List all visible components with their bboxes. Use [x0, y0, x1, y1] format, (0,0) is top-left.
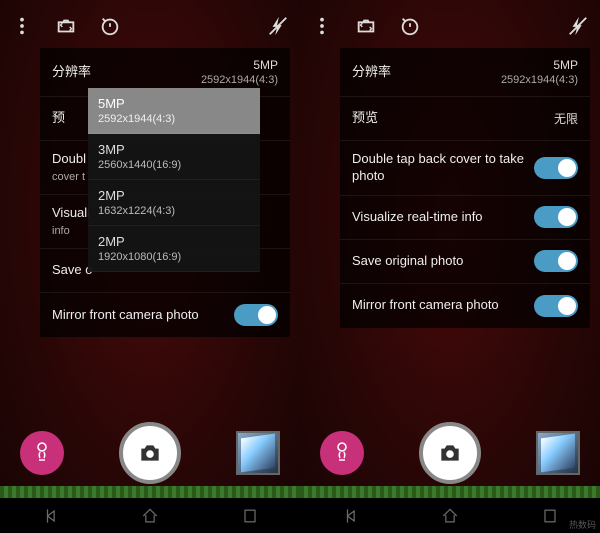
visualize-toggle[interactable] — [534, 206, 578, 228]
watermark: 热数码 — [569, 518, 596, 531]
double-tap-row[interactable]: Double tap back cover to take photo — [340, 141, 590, 196]
timer-icon[interactable] — [98, 14, 122, 38]
menu-icon[interactable] — [10, 14, 34, 38]
back-icon[interactable] — [340, 506, 360, 526]
screen-left: 分辨率 5MP2592x1944(4:3) 预 Doublcover t Vis… — [0, 0, 300, 533]
resolution-sub: 2592x1944(4:3) — [201, 74, 278, 86]
top-toolbar — [300, 10, 600, 42]
settings-panel: 分辨率 5MP 2592x1944(4:3) 预览 无限 Double tap b… — [340, 48, 590, 328]
bottom-toolbar — [0, 418, 300, 488]
dropdown-option[interactable]: 5MP2592x1944(4:3) — [88, 88, 260, 134]
resolution-dropdown: 5MP2592x1944(4:3) 3MP2560x1440(16:9) 2MP… — [88, 88, 260, 272]
nav-bar — [300, 498, 600, 533]
mirror-label: Mirror front camera photo — [352, 297, 499, 312]
double-tap-label: Double tap back cover to take photo — [352, 151, 524, 183]
resolution-label: 分辨率 — [352, 64, 391, 79]
back-icon[interactable] — [40, 506, 60, 526]
menu-icon[interactable] — [310, 14, 334, 38]
dropdown-option[interactable]: 2MP1920x1080(16:9) — [88, 226, 260, 272]
flash-icon[interactable] — [266, 14, 290, 38]
recent-icon[interactable] — [240, 506, 260, 526]
visualize-label: Visualize real-time info — [352, 209, 483, 224]
gallery-thumbnail[interactable] — [236, 431, 280, 475]
bottom-toolbar — [300, 418, 600, 488]
resolution-value: 5MP — [201, 58, 278, 72]
shutter-button[interactable] — [419, 422, 481, 484]
switch-camera-icon[interactable] — [354, 14, 378, 38]
mirror-row[interactable]: Mirror front camera photo — [340, 284, 590, 328]
nav-bar — [0, 498, 300, 533]
save-label: Save o — [52, 262, 92, 277]
double-tap-toggle[interactable] — [534, 157, 578, 179]
visualize-row[interactable]: Visualize real-time info — [340, 196, 590, 240]
gallery-thumbnail[interactable] — [536, 431, 580, 475]
preview-label: 预览 — [352, 110, 378, 125]
mode-button[interactable] — [320, 431, 364, 475]
timer-icon[interactable] — [398, 14, 422, 38]
mirror-toggle[interactable] — [234, 304, 278, 326]
recent-icon[interactable] — [540, 506, 560, 526]
resolution-value: 5MP — [501, 58, 578, 72]
resolution-row[interactable]: 分辨率 5MP 2592x1944(4:3) — [340, 48, 590, 97]
dropdown-option[interactable]: 2MP1632x1224(4:3) — [88, 180, 260, 226]
mode-button[interactable] — [20, 431, 64, 475]
save-label: Save original photo — [352, 253, 463, 268]
dropdown-option[interactable]: 3MP2560x1440(16:9) — [88, 134, 260, 180]
resolution-sub: 2592x1944(4:3) — [501, 74, 578, 86]
shutter-button[interactable] — [119, 422, 181, 484]
mirror-label: Mirror front camera photo — [52, 307, 199, 322]
save-toggle[interactable] — [534, 250, 578, 272]
preview-label: 预 — [52, 110, 65, 125]
mirror-row[interactable]: Mirror front camera photo — [40, 293, 290, 337]
flash-icon[interactable] — [566, 14, 590, 38]
mirror-toggle[interactable] — [534, 295, 578, 317]
top-toolbar — [0, 10, 300, 42]
save-row[interactable]: Save original photo — [340, 240, 590, 284]
switch-camera-icon[interactable] — [54, 14, 78, 38]
preview-row[interactable]: 预览 无限 — [340, 97, 590, 141]
resolution-label: 分辨率 — [52, 64, 91, 79]
home-icon[interactable] — [440, 506, 460, 526]
preview-value: 无限 — [554, 110, 578, 127]
home-icon[interactable] — [140, 506, 160, 526]
screen-right: 分辨率 5MP 2592x1944(4:3) 预览 无限 Double tap b… — [300, 0, 600, 533]
